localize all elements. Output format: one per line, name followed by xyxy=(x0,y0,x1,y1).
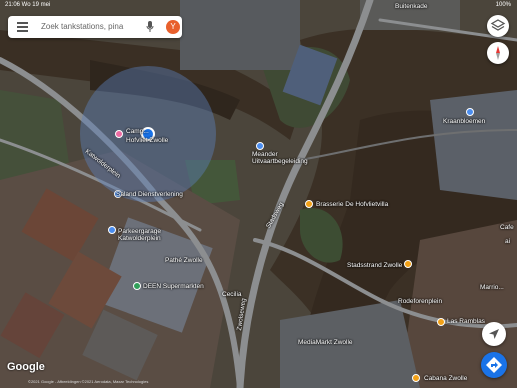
compass-button[interactable] xyxy=(487,42,509,64)
satellite-map[interactable] xyxy=(0,0,517,388)
place-label[interactable]: Camp... xyxy=(126,128,149,135)
map-pin[interactable] xyxy=(412,374,420,382)
my-location-button[interactable] xyxy=(482,322,506,346)
place-label[interactable]: ai xyxy=(505,238,510,245)
place-label[interactable]: Cafe xyxy=(500,224,514,231)
place-label[interactable]: Rodeforenplein xyxy=(398,298,442,305)
status-time: 21:06 Wo 19 mei xyxy=(5,2,51,8)
map-pin[interactable] xyxy=(404,260,412,268)
battery-indicator: 100% xyxy=(495,2,511,8)
map-pin[interactable] xyxy=(305,200,313,208)
directions-icon xyxy=(486,357,502,373)
compass-icon xyxy=(496,46,500,60)
place-label[interactable]: Marrio... xyxy=(480,284,504,291)
avatar[interactable]: Y xyxy=(166,20,180,34)
place-label[interactable]: Las Ramblas xyxy=(447,318,485,325)
place-label[interactable]: Buitenkade xyxy=(395,3,428,10)
map-pin[interactable] xyxy=(437,318,445,326)
layers-button[interactable] xyxy=(487,15,509,37)
google-logo: Google xyxy=(7,361,45,373)
place-label[interactable]: Kraanbloemen xyxy=(443,118,485,125)
map-pin[interactable] xyxy=(133,282,141,290)
place-label[interactable]: Hofvliet Zwolle xyxy=(126,137,168,144)
place-label[interactable]: DEEN Supermarkten xyxy=(143,283,204,290)
copyright-text: ©2021 Google - Afbeeldingen ©2021 Aeroda… xyxy=(28,379,149,384)
place-label[interactable]: Cecilia xyxy=(222,291,242,298)
microphone-icon[interactable] xyxy=(146,21,154,33)
search-input[interactable]: Zoek tankstations, pina xyxy=(41,22,123,31)
map-pin[interactable] xyxy=(108,226,116,234)
menu-icon[interactable] xyxy=(17,22,28,32)
place-label[interactable]: Stadsstrand Zwolle xyxy=(347,262,402,269)
place-label[interactable]: Saland Dienstverlening xyxy=(116,191,183,198)
place-label[interactable]: Pathé Zwolle xyxy=(165,257,203,264)
place-label[interactable]: Parkeergarage Katwolderplein xyxy=(118,228,178,242)
map-pin[interactable] xyxy=(256,142,264,150)
status-bar: 21:06 Wo 19 mei 100% xyxy=(0,0,517,10)
map-pin[interactable] xyxy=(466,108,474,116)
map-pin[interactable] xyxy=(115,130,123,138)
navigation-arrow-icon xyxy=(489,329,499,339)
directions-button[interactable] xyxy=(481,352,507,378)
place-label[interactable]: Meander Uitvaartbegeleiding xyxy=(252,151,312,165)
place-label[interactable]: Brasserie De Hofvlietvilla xyxy=(316,201,388,208)
place-label[interactable]: MediaMarkt Zwolle xyxy=(298,339,353,346)
layers-icon xyxy=(490,19,506,31)
place-label[interactable]: Cabana Zwolle xyxy=(424,375,467,382)
search-bar[interactable]: Zoek tankstations, pina Y xyxy=(8,16,182,38)
